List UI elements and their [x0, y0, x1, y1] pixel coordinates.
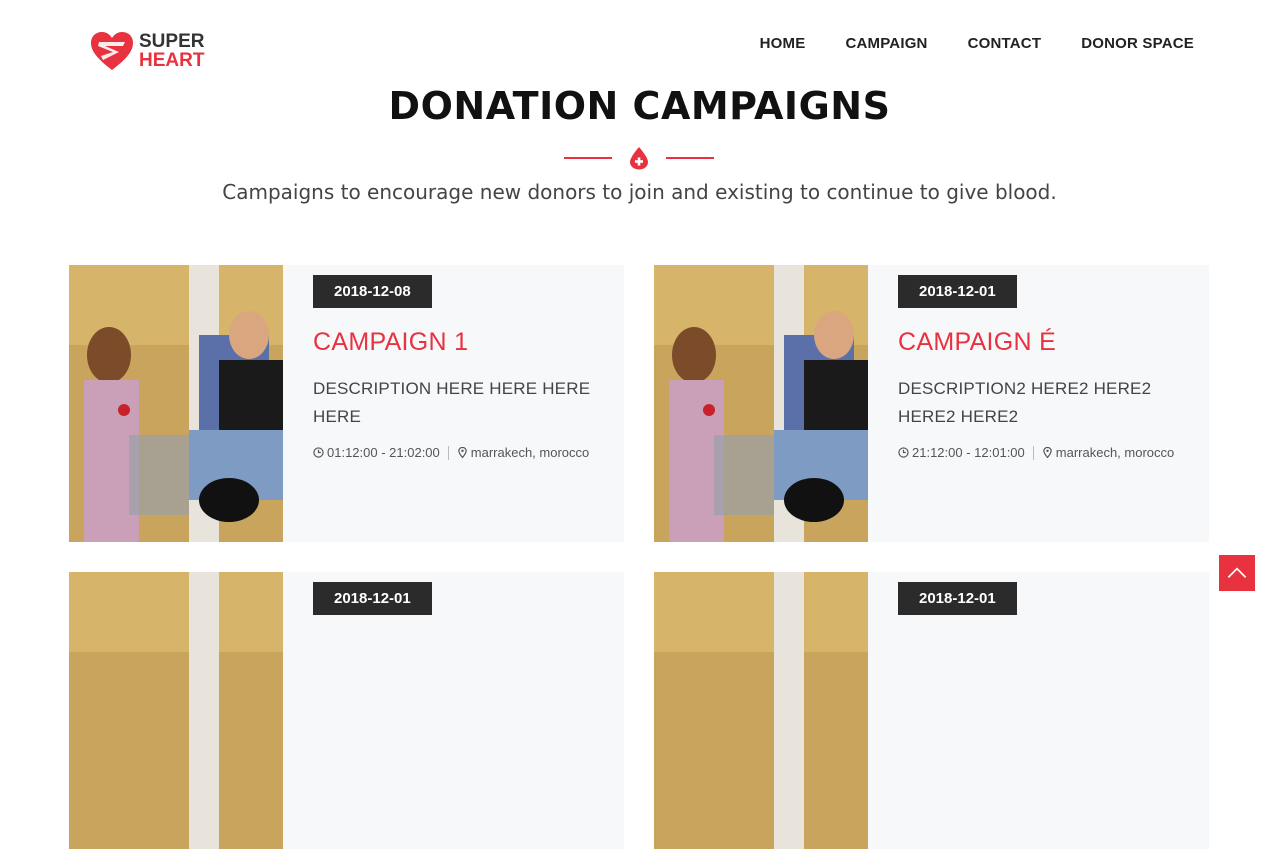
- campaign-date: 2018-12-01: [313, 582, 432, 615]
- campaign-date: 2018-12-08: [313, 275, 432, 308]
- campaign-description: DESCRIPTION2 HERE2 HERE2 HERE2 HERE2: [898, 379, 1152, 426]
- brand-name-line2: HEART: [139, 50, 205, 71]
- title-divider: [564, 146, 714, 170]
- campaign-meta: 21:12:00 - 12:01:00 marrakech, morocco: [898, 445, 1189, 460]
- heart-shield-icon: [91, 32, 133, 70]
- page-title: DONATION CAMPAIGNS: [388, 84, 891, 128]
- campaign-date: 2018-12-01: [898, 582, 1017, 615]
- campaign-location: marrakech, morocco: [470, 445, 590, 460]
- campaign-title[interactable]: CAMPAIGN 1: [313, 328, 604, 357]
- campaign-description: DESCRIPTION HERE HERE HERE HERE: [313, 379, 591, 426]
- main-nav: HOME CAMPAIGN CONTACT DONOR SPACE: [760, 35, 1194, 52]
- campaign-photo: [69, 265, 283, 542]
- campaign-card[interactable]: 2018-12-08 CAMPAIGN 1 DESCRIPTION HERE H…: [69, 265, 624, 542]
- brand-logo[interactable]: SUPER HEART: [89, 30, 204, 72]
- map-marker-icon: [1043, 447, 1052, 458]
- nav-contact[interactable]: CONTACT: [968, 35, 1042, 52]
- blood-drop-plus-icon: [630, 147, 648, 170]
- nav-donor-space[interactable]: DONOR SPACE: [1081, 35, 1194, 52]
- clock-icon: [898, 447, 909, 458]
- clock-icon: [313, 447, 324, 458]
- nav-home[interactable]: HOME: [760, 35, 806, 52]
- brand-name-line1: SUPER: [139, 31, 205, 52]
- campaign-meta: 01:12:00 - 21:02:00 marrakech, morocco: [313, 445, 604, 460]
- campaign-photo: [654, 265, 868, 542]
- nav-campaign[interactable]: CAMPAIGN: [845, 35, 927, 52]
- campaign-time: 01:12:00 - 21:02:00: [327, 445, 440, 460]
- map-marker-icon: [458, 447, 467, 458]
- campaign-card[interactable]: 2018-12-01 CAMPAIGN É DESCRIPTION2 HERE2…: [654, 265, 1209, 542]
- campaign-location: marrakech, morocco: [1055, 445, 1175, 460]
- chevron-up-icon: [1227, 567, 1247, 578]
- campaign-title[interactable]: CAMPAIGN É: [898, 328, 1189, 357]
- page-subtitle: Campaigns to encourage new donors to joi…: [222, 180, 1057, 204]
- campaign-date: 2018-12-01: [898, 275, 1017, 308]
- campaign-time: 21:12:00 - 12:01:00: [912, 445, 1025, 460]
- scroll-top-button[interactable]: [1219, 555, 1255, 591]
